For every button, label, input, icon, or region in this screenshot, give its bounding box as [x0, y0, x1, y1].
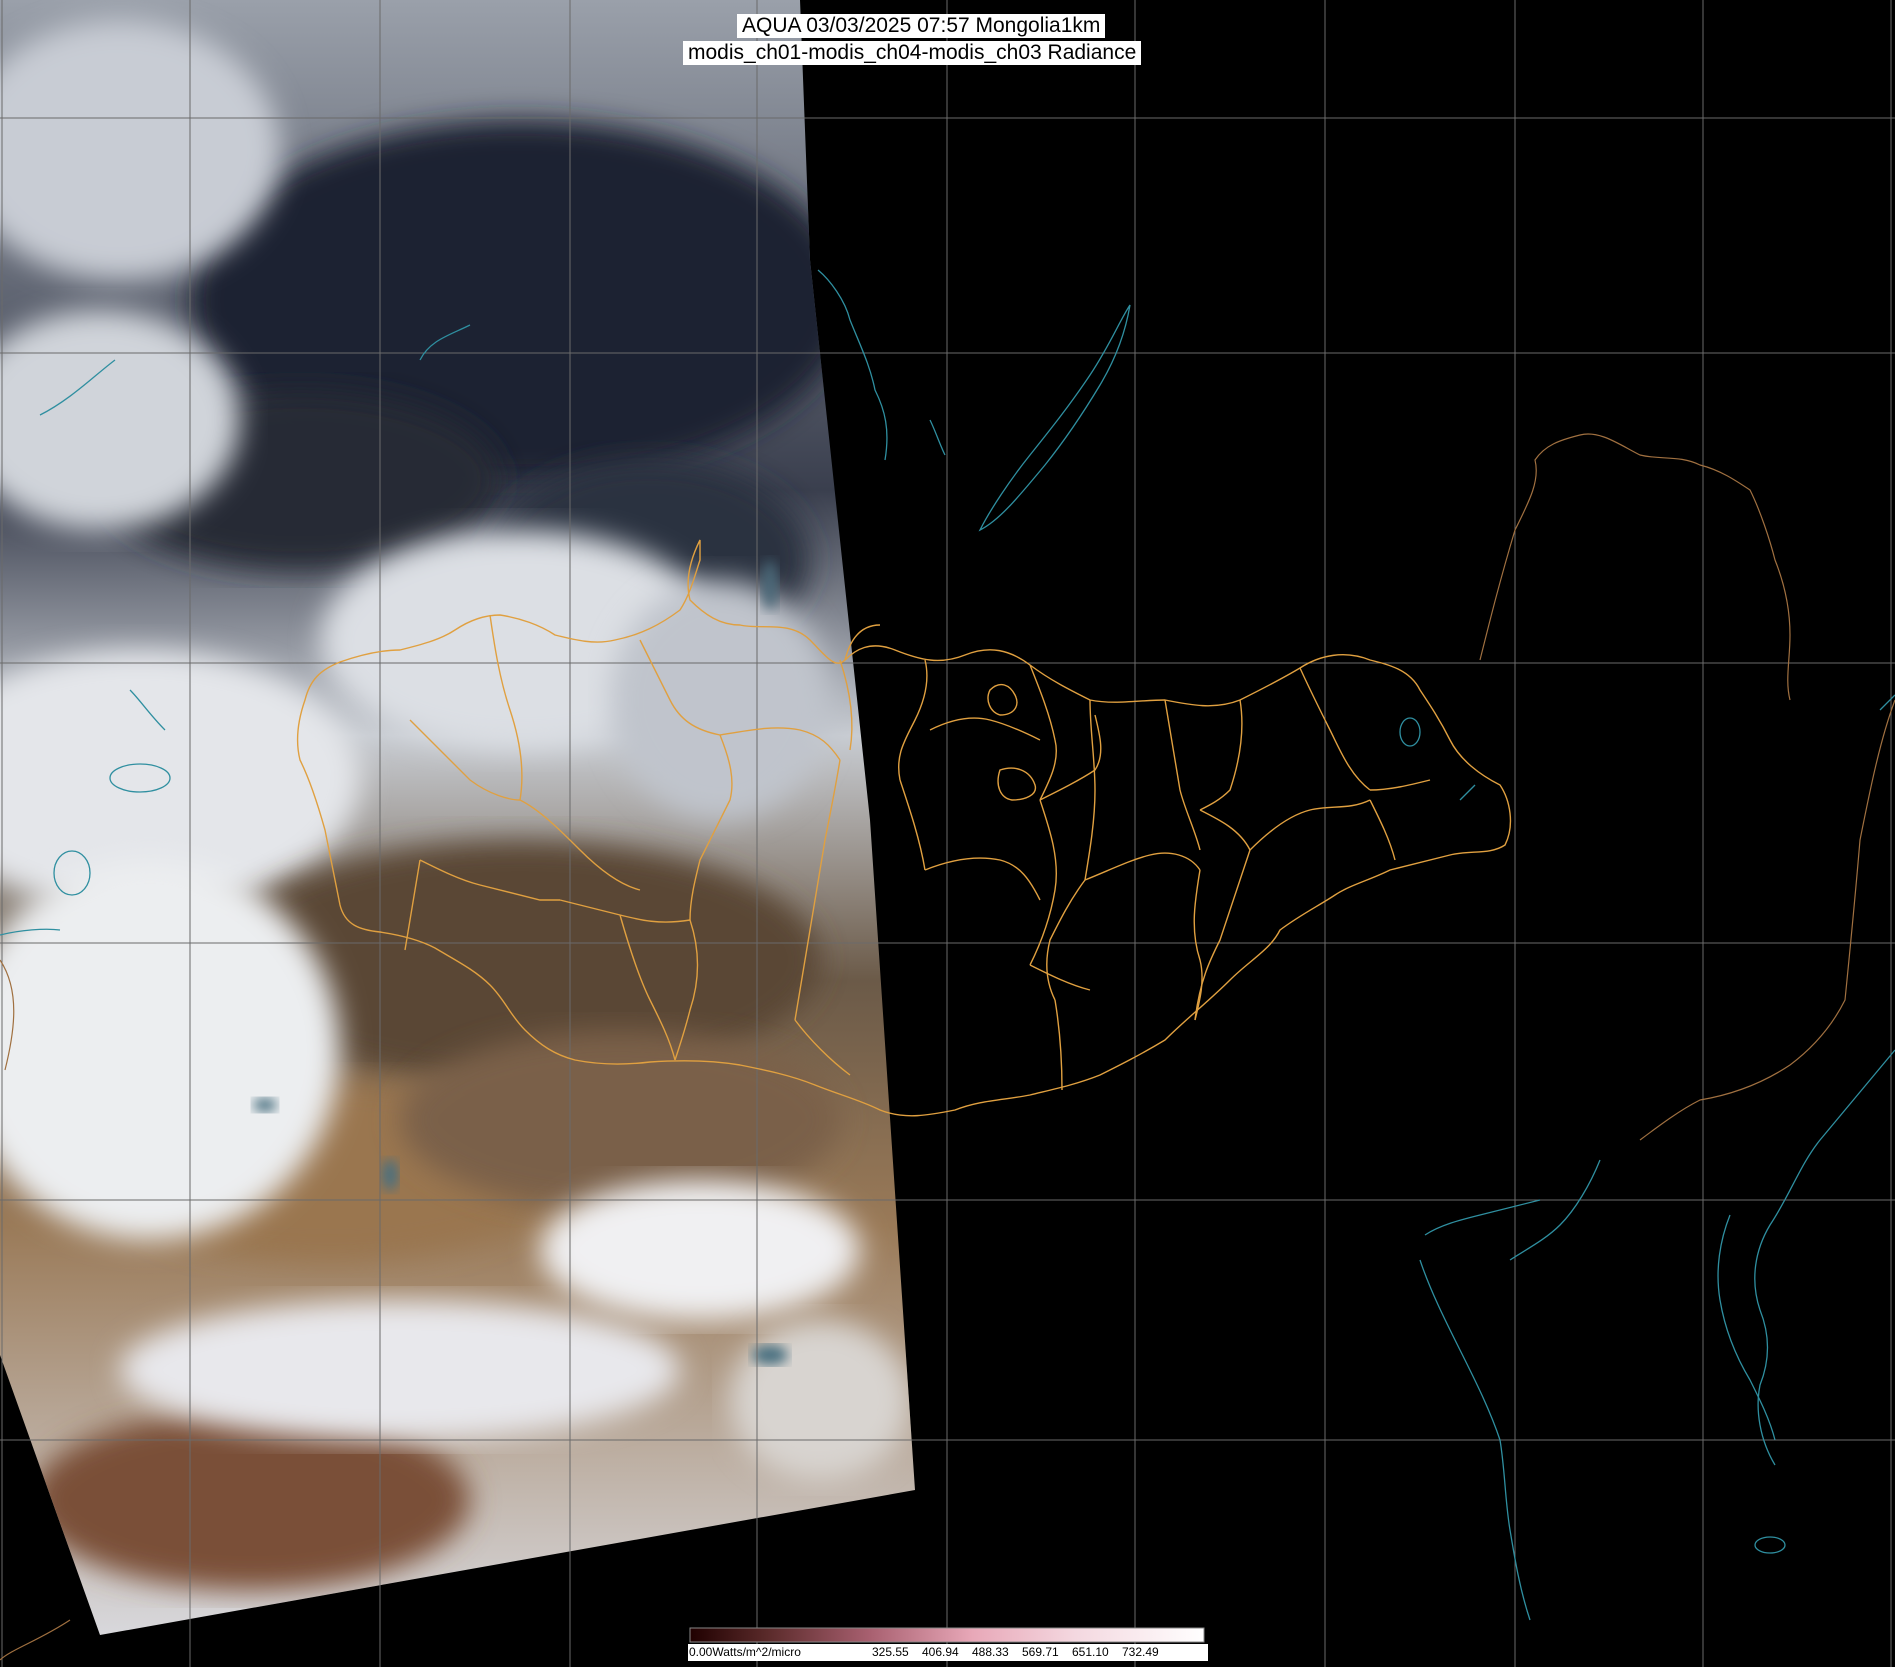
legend-tick-6: 732.49	[1122, 1645, 1159, 1659]
map-title-line2: modis_ch01-modis_ch04-modis_ch03 Radianc…	[683, 41, 1142, 65]
legend-unit-label: 0.00Watts/m^2/micro	[689, 1645, 801, 1659]
legend-tick-1: 325.55	[872, 1645, 909, 1659]
satellite-map	[0, 0, 1895, 1667]
legend-tick-3: 488.33	[972, 1645, 1009, 1659]
legend-tick-4: 569.71	[1022, 1645, 1059, 1659]
legend-colorbar	[689, 1627, 1205, 1643]
legend-labels: 0.00Watts/m^2/micro 325.55 406.94 488.33…	[688, 1644, 1208, 1661]
satellite-swath	[0, 0, 915, 1635]
legend-tick-5: 651.10	[1072, 1645, 1109, 1659]
map-title-line1: AQUA 03/03/2025 07:57 Mongolia1km	[737, 14, 1106, 38]
legend-tick-2: 406.94	[922, 1645, 959, 1659]
